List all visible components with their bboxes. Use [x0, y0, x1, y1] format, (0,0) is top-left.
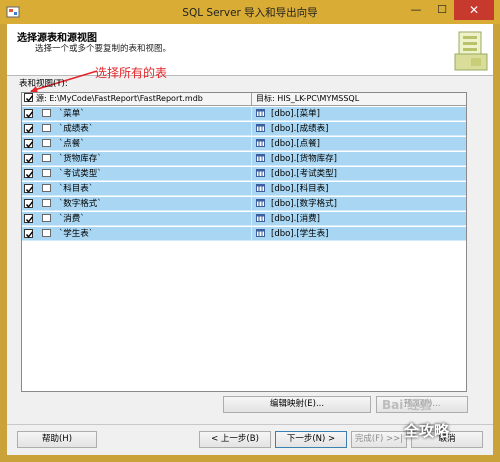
- destination-cell[interactable]: [dbo].[菜单]: [251, 107, 466, 121]
- destination-table-name: [dbo].[数字格式]: [271, 199, 337, 209]
- source-cell: `成绩表`: [36, 122, 250, 136]
- table-icon: [256, 109, 265, 117]
- table-icon: [256, 229, 265, 237]
- source-cell: `科目表`: [36, 182, 250, 196]
- table-view-grid: 源: E:\MyCode\FastReport\FastReport.mdb 目…: [21, 92, 467, 392]
- source-table-name: `菜单`: [59, 109, 85, 119]
- source-table-icon: [42, 124, 51, 132]
- source-cell: `货物库存`: [36, 152, 250, 166]
- destination-table-name: [dbo].[学生表]: [271, 229, 329, 239]
- source-cell: `消费`: [36, 212, 250, 226]
- destination-table-name: [dbo].[科目表]: [271, 184, 329, 194]
- source-cell: `考试类型`: [36, 167, 250, 181]
- grid-header: 源: E:\MyCode\FastReport\FastReport.mdb 目…: [22, 93, 466, 106]
- destination-table-name: [dbo].[考试类型]: [271, 169, 337, 179]
- table-row[interactable]: `数字格式` [dbo].[数字格式]: [22, 197, 466, 211]
- table-icon: [256, 139, 265, 147]
- row-checkbox[interactable]: [24, 124, 34, 136]
- destination-cell[interactable]: [dbo].[点餐]: [251, 137, 466, 151]
- table-icon: [256, 169, 265, 177]
- destination-cell[interactable]: [dbo].[学生表]: [251, 227, 466, 241]
- destination-table-name: [dbo].[货物库存]: [271, 154, 337, 164]
- row-checkbox[interactable]: [24, 169, 34, 181]
- table-icon: [256, 124, 265, 132]
- source-table-icon: [42, 229, 51, 237]
- tables-views-label: 表和视图(T):: [19, 79, 68, 89]
- minimize-button[interactable]: —: [402, 0, 430, 20]
- next-button[interactable]: 下一步(N) >: [275, 431, 347, 448]
- close-button[interactable]: ✕: [454, 0, 494, 20]
- table-row[interactable]: `科目表` [dbo].[科目表]: [22, 182, 466, 196]
- table-icon: [256, 184, 265, 192]
- table-icon: [256, 199, 265, 207]
- destination-cell[interactable]: [dbo].[数字格式]: [251, 197, 466, 211]
- table-row[interactable]: `成绩表` [dbo].[成绩表]: [22, 122, 466, 136]
- wizard-window: SQL Server 导入和导出向导 — ☐ ✕ 选择源表和源视图 选择一个或多…: [0, 0, 500, 462]
- title-bar[interactable]: SQL Server 导入和导出向导 — ☐ ✕: [0, 0, 500, 24]
- row-checkbox[interactable]: [24, 154, 34, 166]
- table-row[interactable]: `菜单` [dbo].[菜单]: [22, 107, 466, 121]
- help-button[interactable]: 帮助(H): [17, 431, 97, 448]
- row-checkbox[interactable]: [24, 109, 34, 121]
- source-table-name: `考试类型`: [59, 169, 102, 179]
- source-table-icon: [42, 139, 51, 147]
- table-row[interactable]: `考试类型` [dbo].[考试类型]: [22, 167, 466, 181]
- destination-table-name: [dbo].[成绩表]: [271, 124, 329, 134]
- source-table-icon: [42, 169, 51, 177]
- watermark-text: 全攻略: [404, 422, 450, 440]
- destination-table-name: [dbo].[菜单]: [271, 109, 320, 119]
- destination-cell[interactable]: [dbo].[成绩表]: [251, 122, 466, 136]
- source-table-icon: [42, 154, 51, 162]
- baidu-watermark-logo: Bai 经验: [382, 398, 432, 412]
- source-cell: `点餐`: [36, 137, 250, 151]
- edit-mappings-button[interactable]: 编辑映射(E)...: [223, 396, 371, 413]
- destination-cell[interactable]: [dbo].[科目表]: [251, 182, 466, 196]
- source-table-name: `科目表`: [59, 184, 94, 194]
- destination-column-header[interactable]: 目标: HIS_LK-PC\MYMSSQL: [251, 93, 466, 105]
- source-column-header[interactable]: 源: E:\MyCode\FastReport\FastReport.mdb: [36, 93, 250, 105]
- table-row[interactable]: `学生表` [dbo].[学生表]: [22, 227, 466, 241]
- destination-cell[interactable]: [dbo].[消费]: [251, 212, 466, 226]
- source-cell: `数字格式`: [36, 197, 250, 211]
- row-checkbox[interactable]: [24, 214, 34, 226]
- destination-table-name: [dbo].[消费]: [271, 214, 320, 224]
- row-checkbox[interactable]: [24, 199, 34, 211]
- table-icon: [256, 214, 265, 222]
- table-row[interactable]: `货物库存` [dbo].[货物库存]: [22, 152, 466, 166]
- source-table-name: `货物库存`: [59, 154, 102, 164]
- source-cell: `菜单`: [36, 107, 250, 121]
- source-table-name: `点餐`: [59, 139, 85, 149]
- source-table-icon: [42, 214, 51, 222]
- finish-button[interactable]: 完成(F) >>|: [351, 431, 407, 448]
- destination-cell[interactable]: [dbo].[考试类型]: [251, 167, 466, 181]
- page-subtitle: 选择一个或多个要复制的表和视图。: [35, 44, 172, 54]
- wizard-body: 选择源表和源视图 选择一个或多个要复制的表和视图。 选择所有的表 表和视图(T)…: [7, 24, 493, 455]
- maximize-button[interactable]: ☐: [428, 0, 456, 20]
- row-checkbox[interactable]: [24, 184, 34, 196]
- source-table-name: `数字格式`: [59, 199, 102, 209]
- source-table-name: `学生表`: [59, 229, 94, 239]
- source-table-name: `成绩表`: [59, 124, 94, 134]
- source-table-name: `消费`: [59, 214, 85, 224]
- annotation-label: 选择所有的表: [95, 66, 168, 80]
- select-all-checkbox[interactable]: [24, 93, 33, 105]
- destination-table-name: [dbo].[点餐]: [271, 139, 320, 149]
- source-table-icon: [42, 199, 51, 207]
- table-icon: [256, 154, 265, 162]
- table-row[interactable]: `消费` [dbo].[消费]: [22, 212, 466, 226]
- source-cell: `学生表`: [36, 227, 250, 241]
- row-checkbox[interactable]: [24, 229, 34, 241]
- source-table-icon: [42, 109, 51, 117]
- table-row[interactable]: `点餐` [dbo].[点餐]: [22, 137, 466, 151]
- destination-cell[interactable]: [dbo].[货物库存]: [251, 152, 466, 166]
- back-button[interactable]: < 上一步(B): [199, 431, 271, 448]
- source-table-icon: [42, 184, 51, 192]
- wizard-graphic-icon: [454, 31, 488, 71]
- row-checkbox[interactable]: [24, 139, 34, 151]
